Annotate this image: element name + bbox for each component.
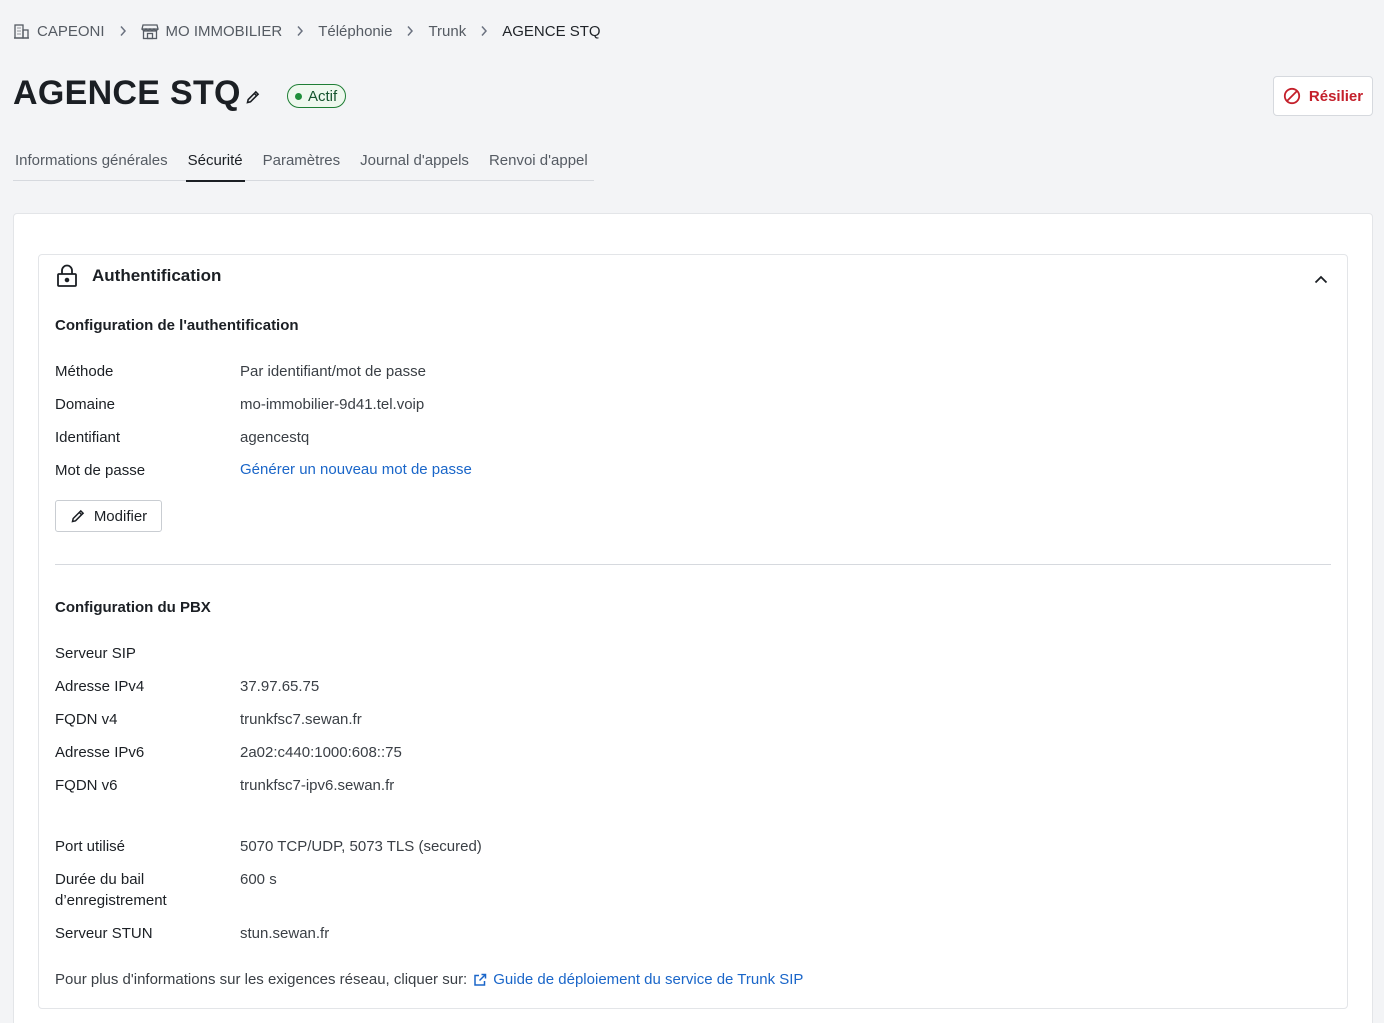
external-link-icon: [474, 973, 487, 986]
port-value: 5070 TCP/UDP, 5073 TLS (secured): [240, 838, 482, 855]
modify-button[interactable]: Modifier: [55, 500, 162, 532]
breadcrumb-label: AGENCE STQ: [502, 22, 601, 40]
ipv6-value: 2a02:c440:1000:608::75: [240, 744, 402, 761]
status-label: Actif: [308, 87, 338, 105]
auth-config-title: Configuration de l'authentification: [55, 317, 299, 334]
chevron-up-icon: [1314, 275, 1328, 283]
fqdn-v6-value: trunkfsc7-ipv6.sewan.fr: [240, 777, 395, 794]
deployment-guide-link[interactable]: Guide de déploiement du service de Trunk…: [473, 971, 803, 988]
breadcrumb-label: Trunk: [428, 22, 467, 40]
breadcrumb-label: MO IMMOBILIER: [165, 22, 283, 40]
auth-section-header: Authentification: [56, 264, 221, 288]
breadcrumb-label: CAPEONI: [37, 22, 105, 40]
breadcrumb-item-current: AGENCE STQ: [502, 23, 600, 40]
chevron-right-icon: [406, 25, 414, 37]
section-divider: [55, 564, 1331, 565]
terminate-label: Résilier: [1308, 87, 1364, 105]
lease-label-line1: Durée du bail: [55, 871, 145, 888]
fqdn-v4-label: FQDN v4: [55, 711, 118, 728]
section-title: Authentification: [92, 266, 222, 285]
domain-label: Domaine: [55, 396, 116, 413]
status-badge: Actif: [287, 84, 347, 108]
breadcrumb-item-mo-immobilier[interactable]: MO IMMOBILIER: [140, 22, 283, 40]
pencil-icon: [71, 509, 84, 523]
sip-server-title: Serveur SIP: [55, 645, 136, 662]
fqdn-v6-label: FQDN v6: [55, 777, 118, 794]
terminate-button[interactable]: Résilier: [1273, 76, 1373, 116]
password-label: Mot de passe: [55, 462, 146, 479]
guide-link-label: Guide de déploiement du service de Trunk…: [493, 971, 804, 988]
status-dot-icon: [295, 92, 302, 100]
breadcrumb-item-telephonie[interactable]: Téléphonie: [318, 23, 392, 40]
collapse-section-button[interactable]: [1310, 269, 1332, 289]
stun-label: Serveur STUN: [55, 925, 153, 942]
tab-renvoi-appel[interactable]: Renvoi d'appel: [487, 143, 590, 181]
lease-label-line2: d’enregistrement: [55, 892, 167, 909]
prohibited-icon: [1283, 87, 1300, 105]
page-title: AGENCE STQ: [13, 74, 241, 112]
auth-section-card: [38, 254, 1348, 1009]
method-value: Par identifiant/mot de passe: [240, 363, 426, 380]
tab-journal-appels[interactable]: Journal d'appels: [358, 143, 471, 181]
breadcrumb-item-capeoni[interactable]: CAPEONI: [13, 23, 105, 40]
ipv4-value: 37.97.65.75: [240, 678, 320, 695]
identifier-value: agencestq: [240, 429, 310, 446]
modify-label: Modifier: [93, 507, 148, 525]
breadcrumb: CAPEONI MO IMMOBILIER Téléphonie Trunk A…: [13, 20, 601, 42]
edit-title-button[interactable]: [240, 84, 266, 110]
chevron-right-icon: [296, 25, 304, 37]
building-icon: [14, 23, 29, 39]
info-text: Pour plus d'informations sur les exigenc…: [55, 971, 468, 988]
network-info-line: Pour plus d'informations sur les exigenc…: [55, 971, 803, 988]
identifier-label: Identifiant: [55, 429, 121, 446]
port-label: Port utilisé: [55, 838, 126, 855]
tab-bar: Informations générales Sécurité Paramètr…: [13, 143, 594, 182]
tab-securite[interactable]: Sécurité: [185, 143, 245, 182]
lease-value: 600 s: [240, 871, 277, 888]
ipv4-label: Adresse IPv4: [55, 678, 145, 695]
breadcrumb-item-trunk[interactable]: Trunk: [428, 23, 466, 40]
generate-password-link[interactable]: Générer un nouveau mot de passe: [240, 459, 472, 480]
lock-icon: [57, 264, 77, 287]
breadcrumb-label: Téléphonie: [318, 22, 393, 40]
tab-informations-generales[interactable]: Informations générales: [13, 143, 170, 181]
domain-value: mo-immobilier-9d41.tel.voip: [240, 396, 425, 413]
method-label: Méthode: [55, 363, 114, 380]
chevron-right-icon: [119, 25, 127, 37]
ipv6-label: Adresse IPv6: [55, 744, 145, 761]
fqdn-v4-value: trunkfsc7.sewan.fr: [240, 711, 362, 728]
chevron-right-icon: [480, 25, 488, 37]
stun-value: stun.sewan.fr: [240, 925, 330, 942]
pbx-config-title: Configuration du PBX: [55, 599, 211, 616]
store-icon: [140, 23, 159, 39]
tab-parametres[interactable]: Paramètres: [261, 143, 343, 181]
pencil-icon: [246, 90, 260, 104]
